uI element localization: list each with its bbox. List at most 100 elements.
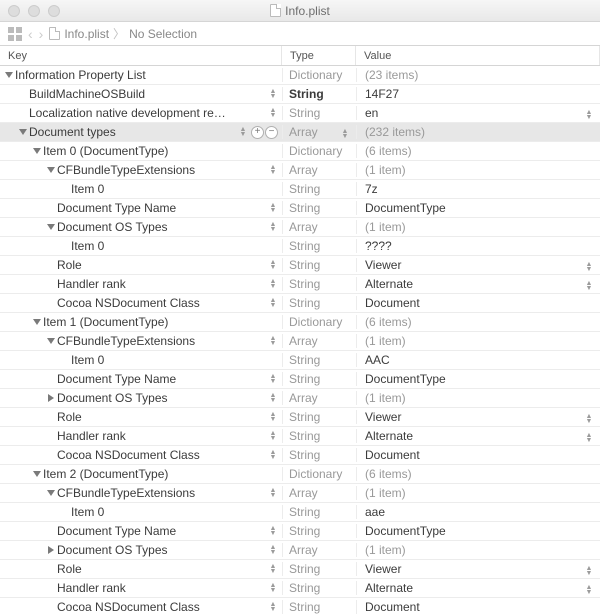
key-popup-stepper-icon[interactable]: ▲▼ [268, 391, 278, 405]
breadcrumb[interactable]: Info.plist 〉 No Selection [49, 25, 197, 42]
key-popup-stepper-icon[interactable]: ▲▼ [268, 258, 278, 272]
cell-key[interactable]: Role▲▼ [0, 258, 282, 272]
layout-grid-icon[interactable] [8, 27, 22, 41]
key-popup-stepper-icon[interactable]: ▲▼ [268, 87, 278, 101]
cell-key[interactable]: CFBundleTypeExtensions▲▼ [0, 486, 282, 500]
table-row[interactable]: Role▲▼StringViewer [0, 560, 600, 579]
disclosure-triangle-icon[interactable] [5, 72, 13, 78]
minus-icon[interactable]: − [265, 126, 278, 139]
cell-key[interactable]: Cocoa NSDocument Class▲▼ [0, 296, 282, 310]
cell-key[interactable]: Item 0 [0, 239, 282, 253]
cell-key[interactable]: Document OS Types▲▼ [0, 220, 282, 234]
cell-value[interactable]: DocumentType [356, 201, 600, 215]
cell-key[interactable]: Handler rank▲▼ [0, 581, 282, 595]
cell-key[interactable]: Localization native development re…▲▼ [0, 106, 282, 120]
key-popup-stepper-icon[interactable]: ▲▼ [268, 448, 278, 462]
value-popup-stepper-icon[interactable] [584, 564, 594, 578]
disclosure-triangle-icon[interactable] [47, 167, 55, 173]
cell-key[interactable]: Cocoa NSDocument Class▲▼ [0, 448, 282, 462]
cell-key[interactable]: Document Type Name▲▼ [0, 524, 282, 538]
close-window-icon[interactable] [8, 5, 20, 17]
key-popup-stepper-icon[interactable]: ▲▼ [268, 296, 278, 310]
minimize-window-icon[interactable] [28, 5, 40, 17]
cell-value[interactable]: Alternate [356, 277, 600, 291]
cell-value[interactable]: Alternate [356, 429, 600, 443]
table-row[interactable]: Cocoa NSDocument Class▲▼StringDocument [0, 294, 600, 313]
cell-key[interactable]: CFBundleTypeExtensions▲▼ [0, 334, 282, 348]
table-row[interactable]: Cocoa NSDocument Class▲▼StringDocument [0, 446, 600, 465]
key-popup-stepper-icon[interactable]: ▲▼ [268, 163, 278, 177]
cell-type[interactable]: String [282, 239, 356, 253]
cell-type[interactable]: String [282, 410, 356, 424]
cell-value[interactable]: Viewer [356, 562, 600, 576]
disclosure-triangle-icon[interactable] [33, 319, 41, 325]
cell-type[interactable]: String [282, 562, 356, 576]
column-key[interactable]: Key [0, 46, 282, 65]
cell-value[interactable]: DocumentType [356, 372, 600, 386]
cell-value[interactable]: Document [356, 296, 600, 310]
key-popup-stepper-icon[interactable]: ▲▼ [268, 486, 278, 500]
cell-key[interactable]: BuildMachineOSBuild▲▼ [0, 87, 282, 101]
cell-type[interactable]: Array [282, 391, 356, 405]
cell-key[interactable]: Cocoa NSDocument Class▲▼ [0, 600, 282, 614]
table-row[interactable]: Item 1 (DocumentType)Dictionary(6 items) [0, 313, 600, 332]
key-popup-stepper-icon[interactable]: ▲▼ [268, 277, 278, 291]
table-row[interactable]: Handler rank▲▼StringAlternate [0, 579, 600, 598]
disclosure-triangle-icon[interactable] [48, 546, 54, 554]
cell-key[interactable]: Document OS Types▲▼ [0, 391, 282, 405]
cell-value[interactable]: DocumentType [356, 524, 600, 538]
cell-type[interactable]: Dictionary [282, 315, 356, 329]
cell-value[interactable]: Viewer [356, 258, 600, 272]
cell-value[interactable]: Alternate [356, 581, 600, 595]
cell-value[interactable]: Document [356, 600, 600, 614]
cell-type[interactable]: Dictionary [282, 467, 356, 481]
cell-key[interactable]: CFBundleTypeExtensions▲▼ [0, 163, 282, 177]
key-popup-stepper-icon[interactable]: ▲▼ [238, 125, 248, 139]
cell-key[interactable]: Document Type Name▲▼ [0, 201, 282, 215]
cell-type[interactable]: String [282, 277, 356, 291]
table-row[interactable]: Document Type Name▲▼StringDocumentType [0, 199, 600, 218]
table-row[interactable]: Localization native development re…▲▼Str… [0, 104, 600, 123]
disclosure-triangle-icon[interactable] [47, 224, 55, 230]
plus-icon[interactable]: + [251, 126, 264, 139]
cell-type[interactable]: String [282, 600, 356, 614]
table-row[interactable]: Document OS Types▲▼Array(1 item) [0, 389, 600, 408]
cell-key[interactable]: Item 0 [0, 505, 282, 519]
table-row[interactable]: CFBundleTypeExtensions▲▼Array(1 item) [0, 161, 600, 180]
cell-type[interactable]: String [282, 524, 356, 538]
cell-key[interactable]: Handler rank▲▼ [0, 429, 282, 443]
cell-key[interactable]: Item 2 (DocumentType) [0, 467, 282, 481]
value-popup-stepper-icon[interactable] [584, 279, 594, 293]
cell-key[interactable]: Item 1 (DocumentType) [0, 315, 282, 329]
cell-value[interactable]: Document [356, 448, 600, 462]
disclosure-triangle-icon[interactable] [47, 338, 55, 344]
cell-type[interactable]: String [282, 448, 356, 462]
table-row[interactable]: Information Property ListDictionary(23 i… [0, 66, 600, 85]
key-popup-stepper-icon[interactable]: ▲▼ [268, 201, 278, 215]
table-row[interactable]: BuildMachineOSBuild▲▼String14F27 [0, 85, 600, 104]
cell-type[interactable]: String [282, 87, 356, 101]
key-popup-stepper-icon[interactable]: ▲▼ [268, 220, 278, 234]
value-popup-stepper-icon[interactable] [584, 583, 594, 597]
cell-type[interactable]: String [282, 106, 356, 120]
table-row[interactable]: Cocoa NSDocument Class▲▼StringDocument [0, 598, 600, 615]
cell-value[interactable]: ???? [356, 239, 600, 253]
cell-type[interactable]: String [282, 581, 356, 595]
column-value[interactable]: Value [356, 46, 600, 65]
table-row[interactable]: Item 0String7z [0, 180, 600, 199]
key-popup-stepper-icon[interactable]: ▲▼ [268, 581, 278, 595]
value-popup-stepper-icon[interactable] [584, 108, 594, 122]
cell-type[interactable]: Dictionary [282, 68, 356, 82]
cell-type[interactable]: String [282, 429, 356, 443]
disclosure-triangle-icon[interactable] [33, 148, 41, 154]
cell-value[interactable]: 14F27 [356, 87, 600, 101]
cell-type[interactable]: Array [282, 220, 356, 234]
key-popup-stepper-icon[interactable]: ▲▼ [268, 524, 278, 538]
table-row[interactable]: Item 0String???? [0, 237, 600, 256]
key-popup-stepper-icon[interactable]: ▲▼ [268, 429, 278, 443]
cell-key[interactable]: Handler rank▲▼ [0, 277, 282, 291]
cell-type[interactable]: Array [282, 543, 356, 557]
key-popup-stepper-icon[interactable]: ▲▼ [268, 600, 278, 614]
column-type[interactable]: Type [282, 46, 356, 65]
key-popup-stepper-icon[interactable]: ▲▼ [268, 543, 278, 557]
